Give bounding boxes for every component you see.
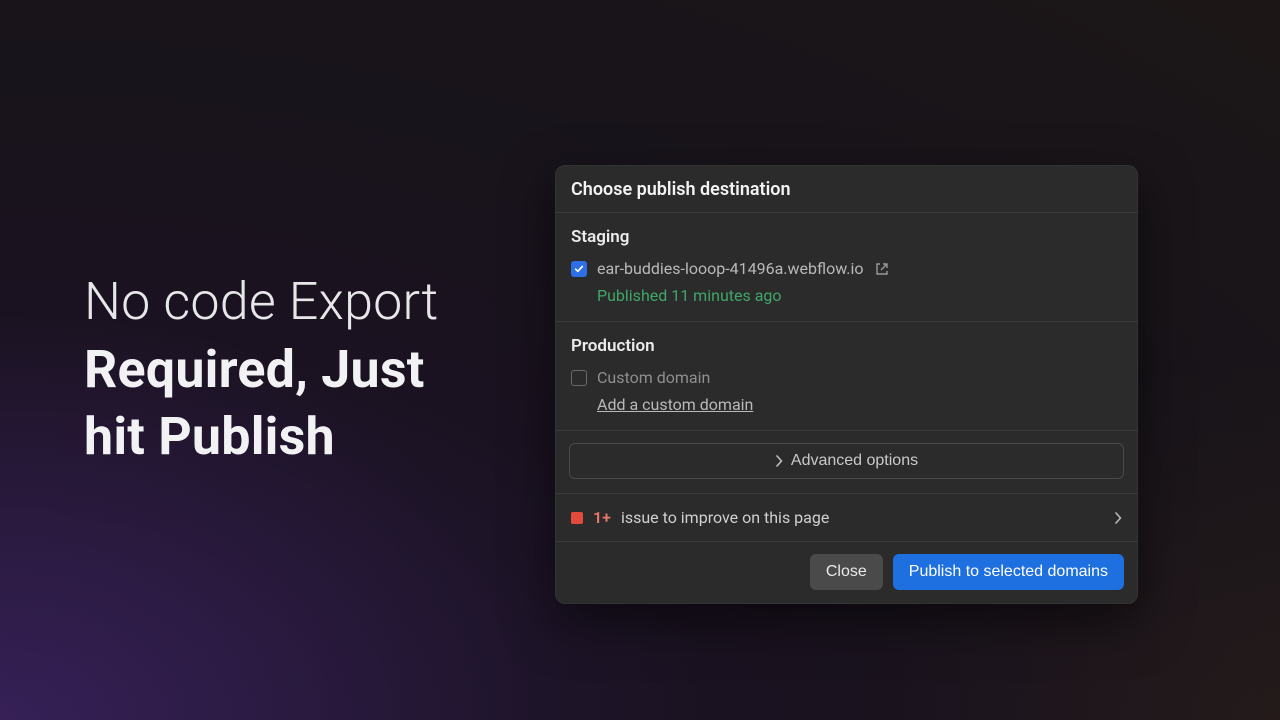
headline-line-1: No code Export	[84, 271, 438, 332]
dialog-footer: Close Publish to selected domains	[555, 542, 1138, 604]
headline-line-2: Required, Just	[84, 339, 425, 400]
add-custom-domain-link[interactable]: Add a custom domain	[597, 395, 753, 414]
headline-line-3: hit Publish	[84, 406, 335, 467]
external-link-icon[interactable]	[875, 262, 889, 276]
issue-text: issue to improve on this page	[621, 508, 1104, 527]
marketing-headline: No code Export Required, Just hit Publis…	[84, 268, 524, 471]
issues-row[interactable]: 1+ issue to improve on this page	[555, 494, 1138, 542]
advanced-options-label: Advanced options	[791, 452, 918, 470]
staging-heading: Staging	[571, 227, 1122, 247]
production-checkbox[interactable]	[571, 370, 587, 386]
advanced-options-button[interactable]: Advanced options	[569, 443, 1124, 479]
production-heading: Production	[571, 336, 1122, 356]
staging-domain-row[interactable]: ear-buddies-looop-41496a.webflow.io	[571, 259, 1122, 278]
staging-domain-label: ear-buddies-looop-41496a.webflow.io	[597, 259, 863, 278]
issue-badge-icon	[571, 512, 583, 524]
staging-status: Published 11 minutes ago	[597, 286, 1122, 305]
close-button[interactable]: Close	[810, 554, 883, 590]
production-domain-row[interactable]: Custom domain	[571, 368, 1122, 387]
production-section: Production Custom domain Add a custom do…	[555, 322, 1138, 431]
staging-section: Staging ear-buddies-looop-41496a.webflow…	[555, 213, 1138, 322]
dialog-title: Choose publish destination	[571, 179, 1122, 200]
staging-checkbox[interactable]	[571, 261, 587, 277]
check-icon	[574, 264, 584, 274]
chevron-right-icon	[1114, 512, 1122, 524]
publish-button[interactable]: Publish to selected domains	[893, 554, 1124, 590]
publish-dialog: Choose publish destination Staging ear-b…	[555, 165, 1138, 604]
chevron-right-icon	[775, 455, 783, 467]
advanced-options-wrap: Advanced options	[555, 431, 1138, 494]
dialog-header: Choose publish destination	[555, 165, 1138, 213]
custom-domain-label: Custom domain	[597, 368, 710, 387]
issue-count: 1+	[593, 508, 611, 527]
